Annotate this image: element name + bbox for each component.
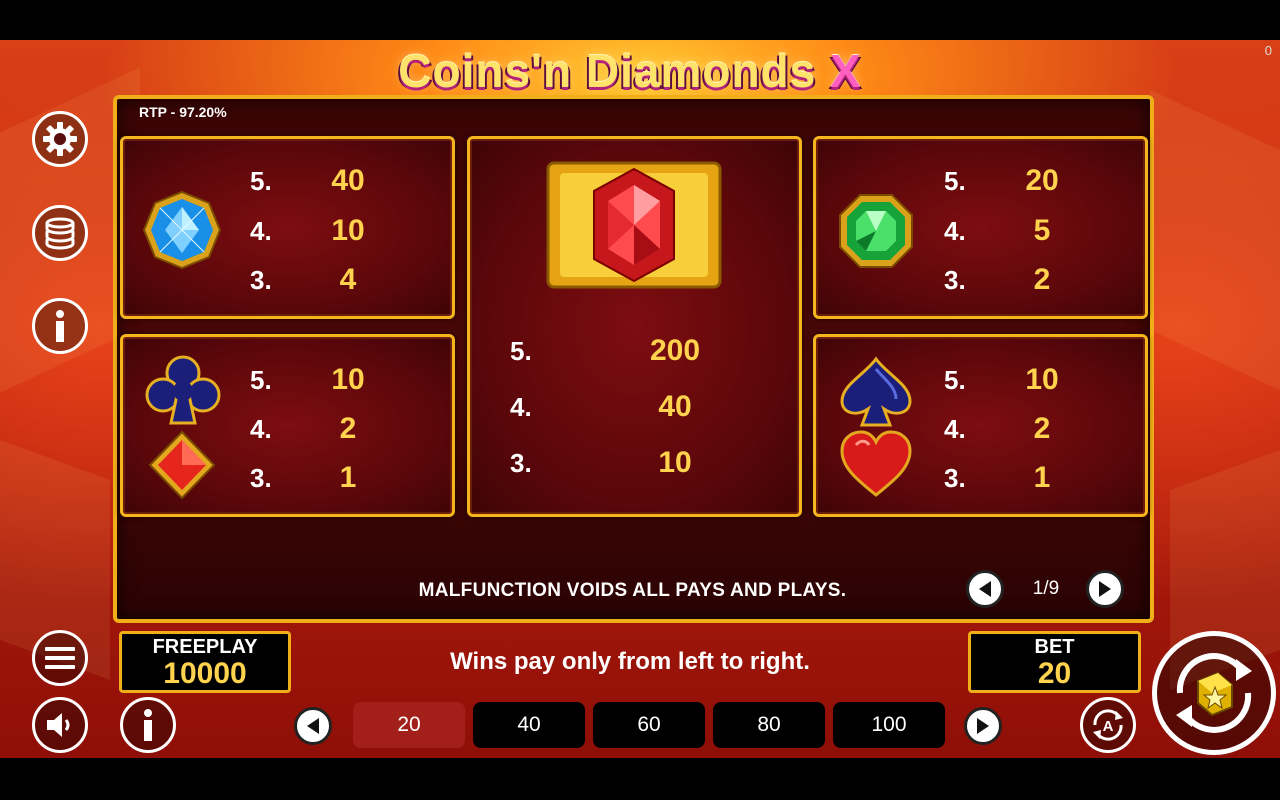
- green-emerald-icon: [839, 194, 913, 268]
- bet-label: BET: [1034, 636, 1075, 658]
- pay-key: 4.: [250, 216, 272, 246]
- pay-key: 3.: [944, 463, 966, 493]
- bet-option-60[interactable]: 60: [593, 702, 705, 748]
- pay-key: 4.: [250, 414, 272, 444]
- pay-key: 3.: [250, 463, 272, 493]
- pay-key: 3.: [510, 448, 532, 478]
- pay-key: 5.: [250, 166, 272, 196]
- paytable-panel-green-emerald: 5. 20 4. 5 3. 2: [813, 136, 1148, 319]
- autoplay-icon: A: [1093, 709, 1123, 741]
- spin-icon: [1176, 653, 1252, 733]
- info-icon: [144, 709, 152, 741]
- pay-value: 10: [658, 446, 692, 479]
- spade-icon: [840, 356, 912, 427]
- pay-value: 1: [1033, 461, 1051, 494]
- pay-value: 40: [658, 390, 692, 423]
- speaker-icon: [47, 713, 70, 737]
- svg-text:A: A: [1103, 718, 1114, 735]
- heart-icon: [840, 430, 912, 497]
- pay-value: 20: [1025, 164, 1059, 197]
- pay-key: 5.: [944, 166, 966, 196]
- pay-key: 3.: [250, 265, 272, 295]
- game-title-logo: Coins'n Diamonds X: [360, 44, 900, 97]
- bet-display: BET 20: [968, 631, 1141, 693]
- paytable-panel-blue-diamond: 5. 40 4. 10 3. 4: [120, 136, 455, 319]
- coins-button[interactable]: [32, 205, 88, 261]
- game-title-main: Coins'n Diamonds: [398, 45, 817, 97]
- sound-button[interactable]: [32, 697, 88, 753]
- freeplay-label: FREEPLAY: [152, 636, 258, 658]
- pay-value: 10: [1025, 363, 1059, 396]
- paytable-prev-button[interactable]: [966, 570, 1004, 608]
- club-icon: [145, 355, 221, 425]
- bet-next-button[interactable]: [964, 707, 1002, 745]
- triangle-right-icon: [1099, 581, 1111, 597]
- info-button-side[interactable]: [32, 298, 88, 354]
- triangle-left-icon: [307, 718, 319, 734]
- bet-option-100[interactable]: 100: [833, 702, 945, 748]
- gear-icon: [43, 122, 77, 156]
- pay-value: 5: [1033, 214, 1051, 247]
- info-button-bottom[interactable]: [120, 697, 176, 753]
- diamond-suit-icon: [148, 430, 216, 500]
- pay-value: 4: [339, 263, 357, 296]
- paytable-panel-spade-heart: 5. 10 4. 2 3. 1: [813, 334, 1148, 517]
- red-diamond-icon: [546, 161, 722, 289]
- freeplay-value: 10000: [163, 657, 247, 690]
- pay-value: 2: [339, 412, 357, 445]
- pay-value: 1: [339, 461, 357, 494]
- pay-value: 200: [649, 334, 701, 367]
- triangle-right-icon: [977, 718, 989, 734]
- pay-key: 3.: [944, 265, 966, 295]
- info-icon: [56, 310, 64, 342]
- pay-value: 2: [1033, 263, 1051, 296]
- freeplay-display: FREEPLAY 10000: [119, 631, 291, 693]
- coin-stack-icon: [45, 217, 75, 250]
- corner-counter: 0: [1264, 43, 1272, 58]
- blue-diamond-icon: [142, 190, 222, 270]
- pay-key: 5.: [250, 365, 272, 395]
- paytable-panel-club-diamond: 5. 10 4. 2 3. 1: [120, 334, 455, 517]
- paytable-page-indicator: 1/9: [1032, 578, 1060, 599]
- pay-value: 40: [331, 164, 365, 197]
- menu-button[interactable]: [32, 630, 88, 686]
- bet-option-40[interactable]: 40: [473, 702, 585, 748]
- pay-key: 4.: [944, 414, 966, 444]
- paytable-panel-red-diamond: 5. 200 4. 40 3. 10: [467, 136, 802, 517]
- pay-value: 10: [331, 214, 365, 247]
- autoplay-button[interactable]: A: [1080, 697, 1136, 753]
- pay-value: 10: [331, 363, 365, 396]
- pay-key: 4.: [944, 216, 966, 246]
- menu-icon: [45, 647, 75, 669]
- triangle-left-icon: [979, 581, 991, 597]
- pay-key: 5.: [944, 365, 966, 395]
- wins-info-text: Wins pay only from left to right.: [450, 648, 810, 675]
- paytable-next-button[interactable]: [1086, 570, 1124, 608]
- settings-button[interactable]: [32, 111, 88, 167]
- spin-button[interactable]: [1152, 631, 1276, 755]
- bet-value: 20: [1037, 657, 1072, 690]
- bet-prev-button[interactable]: [294, 707, 332, 745]
- malfunction-notice: MALFUNCTION VOIDS ALL PAYS AND PLAYS.: [418, 580, 847, 601]
- pay-value: 2: [1033, 412, 1051, 445]
- pay-key: 4.: [510, 392, 532, 422]
- bet-option-20[interactable]: 20: [353, 702, 465, 748]
- bet-option-80[interactable]: 80: [713, 702, 825, 748]
- rtp-label: RTP - 97.20%: [139, 104, 227, 120]
- game-title-x: X: [830, 45, 862, 97]
- pay-key: 5.: [510, 336, 532, 366]
